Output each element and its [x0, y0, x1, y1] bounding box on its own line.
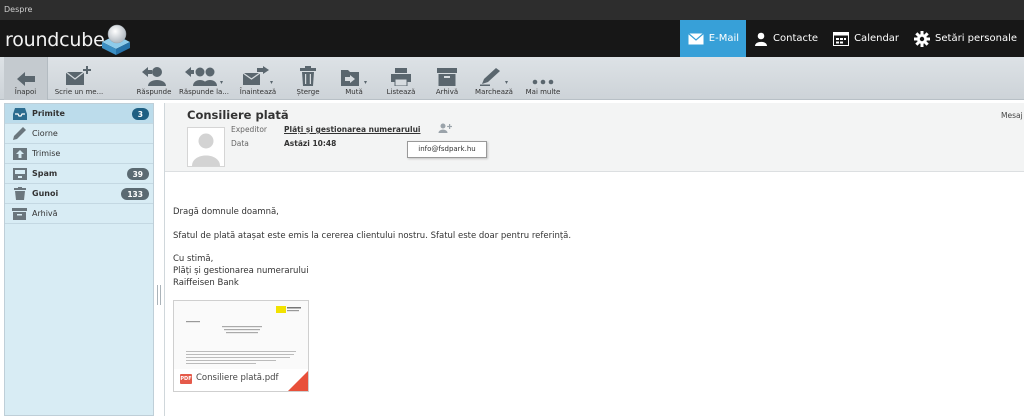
move-button[interactable]: ▾ Mută [338, 62, 370, 96]
more-label: Mai multe [525, 88, 561, 96]
from-label: Expeditor [231, 125, 268, 134]
back-label: Înapoi [14, 88, 37, 96]
gear-icon [914, 30, 931, 47]
trash-icon [13, 187, 26, 200]
spam-count-badge: 39 [126, 168, 149, 180]
reply-icon [142, 67, 166, 86]
printer-icon [391, 68, 411, 86]
folder-inbox-label: Primite [32, 109, 65, 118]
archive-icon [437, 68, 457, 86]
attachment-filename[interactable]: Consiliere plată.pdf [196, 373, 279, 383]
folder-archive-label: Arhivă [32, 209, 58, 218]
forward-button[interactable]: ▾ Înaintează [236, 62, 280, 96]
message-header-right-label[interactable]: Mesaj [1001, 111, 1023, 120]
mark-label: Marchează [475, 88, 513, 96]
folder-sent[interactable]: Trimise [5, 144, 153, 164]
message-subject: Consiliere plată [187, 108, 289, 122]
folder-sent-label: Trimise [32, 149, 61, 158]
folder-spam-label: Spam [32, 169, 58, 178]
nav-email-label: E-Mail [708, 33, 740, 44]
attachment-preview-thumbnail [174, 301, 308, 369]
add-contact-icon[interactable] [438, 123, 452, 133]
folder-drafts-label: Ciorne [32, 129, 58, 138]
main-navigation: E-Mail Contacte Calendar Setări personal… [679, 20, 1024, 57]
trash-icon [300, 66, 316, 86]
window-title: Despre [4, 5, 33, 14]
body-greeting: Dragă domnule doamnă, [173, 207, 279, 217]
compose-button[interactable]: Scrie un me... [54, 62, 104, 96]
toolbar: Înapoi Scrie un me... Răspunde ▾ Răspund… [0, 57, 1024, 100]
more-button[interactable]: Mai multe [524, 62, 562, 96]
spam-icon [12, 167, 27, 180]
pdf-file-icon: PDF [180, 374, 192, 384]
body-signature-line-2: Raiffeisen Bank [173, 278, 239, 288]
pencil-icon [12, 127, 26, 140]
print-label: Listează [386, 88, 416, 96]
reply-label: Răspunde [136, 88, 172, 96]
compose-icon [66, 66, 91, 85]
message-pane: Consiliere plată Mesaj Expeditor Plăți ș… [164, 103, 1024, 416]
nav-calendar-label: Calendar [854, 33, 900, 44]
reply-all-icon [184, 67, 217, 86]
arrow-left-icon [16, 72, 35, 86]
avatar-placeholder-icon [192, 133, 220, 166]
folder-list: Primite 3 Ciorne Trimise Spam 39 Gunoi 1… [4, 103, 154, 416]
message-header: Consiliere plată Mesaj Expeditor Plăți ș… [165, 103, 1024, 172]
archive-label: Arhivă [435, 88, 459, 96]
more-dots-icon [532, 79, 554, 85]
folder-drafts[interactable]: Ciorne [5, 124, 153, 144]
folder-archive[interactable]: Arhivă [5, 204, 153, 224]
app-logo[interactable]: roundcube [5, 29, 105, 51]
person-icon [755, 32, 768, 46]
nav-settings-label: Setări personale [935, 33, 1017, 44]
delete-label: Șterge [296, 88, 320, 96]
sender-name-link[interactable]: Plăți și gestionarea numerarului [284, 125, 421, 134]
pane-splitter[interactable] [157, 285, 161, 305]
attachment-card[interactable]: PDF Consiliere plată.pdf [173, 300, 309, 392]
folder-trash-label: Gunoi [32, 189, 59, 198]
sender-avatar [187, 127, 225, 167]
body-signature-line-1: Plăți și gestionarea numerarului [173, 266, 309, 276]
app-header: roundcube E-Mail Contacte Calendar Setăr… [0, 20, 1024, 57]
archive-button[interactable]: Arhivă [430, 62, 464, 96]
pencil-mark-icon [479, 68, 500, 86]
nav-email[interactable]: E-Mail [679, 20, 747, 57]
archive-icon [12, 207, 27, 220]
move-label: Mută [345, 88, 363, 96]
compose-label: Scrie un me... [54, 88, 104, 96]
attachment-corner-fold [288, 371, 308, 391]
folder-inbox[interactable]: Primite 3 [5, 104, 153, 124]
body-paragraph: Sfatul de plată atașat este emis la cere… [173, 231, 572, 241]
logo-cube-icon [102, 24, 130, 55]
delete-button[interactable]: Șterge [292, 62, 324, 96]
trash-count-badge: 133 [121, 188, 149, 200]
folder-spam[interactable]: Spam 39 [5, 164, 153, 184]
mark-button[interactable]: ▾ Marchează [474, 62, 514, 96]
reply-all-label: Răspunde la... [178, 88, 229, 96]
forward-label: Înaintează [239, 88, 277, 96]
print-button[interactable]: Listează [384, 62, 418, 96]
sender-email-tooltip: info@fsdpark.hu [407, 141, 487, 158]
folder-move-icon [340, 70, 359, 86]
date-value: Astăzi 10:48 [284, 139, 337, 148]
nav-settings[interactable]: Setări personale [906, 20, 1024, 57]
calendar-icon [833, 31, 850, 46]
envelope-icon [687, 32, 704, 44]
forward-icon [242, 66, 269, 85]
nav-calendar[interactable]: Calendar [825, 20, 906, 57]
nav-contacts[interactable]: Contacte [746, 20, 825, 57]
sent-icon [12, 147, 27, 160]
inbox-icon [12, 107, 27, 120]
date-label: Data [231, 139, 249, 148]
folder-trash[interactable]: Gunoi 133 [5, 184, 153, 204]
window-title-bar: Despre [0, 0, 1024, 20]
nav-contacts-label: Contacte [773, 33, 819, 44]
reply-all-button[interactable]: ▾ Răspunde la... [178, 62, 230, 96]
unread-count-badge: 3 [131, 108, 149, 120]
back-button[interactable]: Înapoi [4, 57, 48, 100]
body-closing: Cu stimă, [173, 254, 214, 264]
reply-button[interactable]: Răspunde [134, 62, 174, 96]
